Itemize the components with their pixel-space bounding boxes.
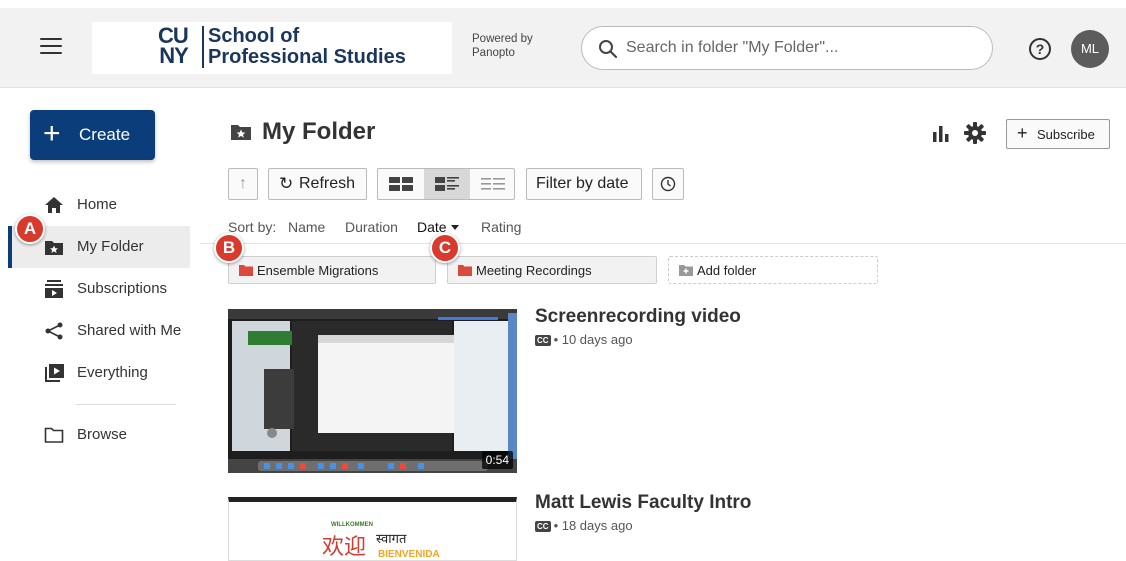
folder-chip-label: Meeting Recordings <box>476 263 592 278</box>
menu-icon[interactable] <box>40 38 62 56</box>
sidebar-item-label: Subscriptions <box>77 280 168 297</box>
video-date: • 10 days ago <box>553 332 633 347</box>
powered-by-panopto: Powered by Panopto <box>472 33 533 59</box>
home-icon <box>45 197 63 213</box>
plus-icon: + <box>1017 123 1028 143</box>
sidebar-item-label: Browse <box>77 426 128 443</box>
video-date: • 18 days ago <box>553 518 633 533</box>
star-folder-icon <box>231 125 251 140</box>
sidebar-item-shared-with-me[interactable]: Shared with Me <box>8 310 190 352</box>
sort-descending-icon <box>450 225 459 230</box>
callout-marker-a: A <box>15 214 45 244</box>
page-title-text: My Folder <box>262 118 376 145</box>
sidebar-item-everything[interactable]: Everything <box>8 352 190 394</box>
refresh-button[interactable]: ↻ Refresh <box>268 168 367 200</box>
user-avatar[interactable]: ML <box>1071 30 1109 68</box>
folder-icon <box>458 265 472 276</box>
play-stack-icon <box>45 364 64 382</box>
add-folder-button[interactable]: Add folder <box>668 256 878 284</box>
share-icon <box>45 322 63 340</box>
thumb-text: 欢迎 <box>322 535 367 560</box>
sort-label: Sort by: <box>228 219 277 235</box>
sort-option-rating[interactable]: Rating <box>481 219 521 235</box>
screen-recording-preview <box>228 309 517 473</box>
sidebar-item-label: My Folder <box>77 238 144 255</box>
star-folder-icon <box>45 241 63 255</box>
subscribe-button[interactable]: + Subscribe <box>1006 119 1110 149</box>
video-duration: 0:54 <box>481 451 513 469</box>
up-level-button[interactable]: ↑ <box>228 168 258 200</box>
top-header: CU NY School of Professional Studies Pow… <box>0 8 1126 88</box>
folder-chip-label: Ensemble Migrations <box>257 263 379 278</box>
filter-by-date-button[interactable]: Filter by date <box>526 168 642 200</box>
sort-option-duration[interactable]: Duration <box>345 219 398 235</box>
logo-divider <box>202 26 204 68</box>
content-divider <box>200 243 1126 244</box>
video-meta: CC • 18 days ago <box>535 518 633 533</box>
logo-school-name: School of Professional Studies <box>208 25 406 68</box>
thumb-text: BIENVENIDA <box>378 549 440 560</box>
grid-view-icon <box>389 177 413 191</box>
callout-marker-c: C <box>430 233 460 263</box>
video-thumbnail[interactable]: 0:54 <box>228 309 517 473</box>
sidebar-item-subscriptions[interactable]: Subscriptions <box>8 268 190 310</box>
help-icon[interactable]: ? <box>1029 38 1051 60</box>
sidebar-item-label: Home <box>77 196 118 213</box>
video-title[interactable]: Screenrecording video <box>535 306 741 328</box>
thumb-text: WILLKOMMEN <box>331 522 373 528</box>
plus-icon: + <box>43 117 61 150</box>
subscribe-label: Subscribe <box>1037 127 1095 142</box>
sidebar-item-label: Shared with Me <box>77 322 182 339</box>
thumb-text: स्वागत <box>376 532 407 547</box>
clock-icon <box>660 176 676 192</box>
video-meta: CC • 10 days ago <box>535 332 633 347</box>
add-folder-icon <box>679 265 693 276</box>
list-view-icon <box>481 178 505 190</box>
folder-chip[interactable]: Ensemble Migrations <box>228 256 436 284</box>
callout-marker-b: B <box>214 233 244 263</box>
sidebar-item-browse[interactable]: Browse <box>8 414 190 456</box>
refresh-label: Refresh <box>299 175 356 192</box>
list-view-button[interactable] <box>470 169 516 199</box>
thumbnail-view-button[interactable] <box>378 169 424 199</box>
detail-view-button[interactable] <box>424 169 470 199</box>
search-input[interactable] <box>626 35 966 61</box>
detail-view-icon <box>435 177 459 191</box>
sort-option-name[interactable]: Name <box>288 219 325 235</box>
view-mode-toggle <box>377 168 515 200</box>
sort-option-date[interactable]: Date <box>417 219 459 235</box>
create-button-label: Create <box>79 125 131 144</box>
subscriptions-icon <box>45 280 63 298</box>
school-logo[interactable]: CU NY School of Professional Studies <box>92 22 452 74</box>
video-title[interactable]: Matt Lewis Faculty Intro <box>535 492 751 514</box>
recent-button[interactable] <box>652 168 684 200</box>
cuny-logo-mark: CU NY <box>158 23 189 68</box>
folder-outline-icon <box>44 427 64 443</box>
create-button[interactable]: + Create <box>30 110 155 160</box>
folder-icon <box>239 265 253 276</box>
video-thumbnail[interactable]: WILLKOMMEN 欢迎 स्वागत BIENVENIDA <box>228 497 517 561</box>
refresh-icon: ↻ <box>279 174 294 193</box>
add-folder-label: Add folder <box>697 263 757 278</box>
filter-label: Filter by date <box>536 175 629 192</box>
search-icon <box>599 40 618 59</box>
search-bar[interactable] <box>581 26 993 70</box>
captions-icon: CC <box>535 335 551 346</box>
captions-icon: CC <box>535 521 551 532</box>
stats-icon[interactable] <box>932 124 950 142</box>
cropped-caption-strip <box>0 0 1126 8</box>
gear-icon[interactable] <box>963 121 987 145</box>
sidebar-divider <box>76 404 176 405</box>
sidebar-item-label: Everything <box>77 364 148 381</box>
folder-chip[interactable]: Meeting Recordings <box>447 256 657 284</box>
